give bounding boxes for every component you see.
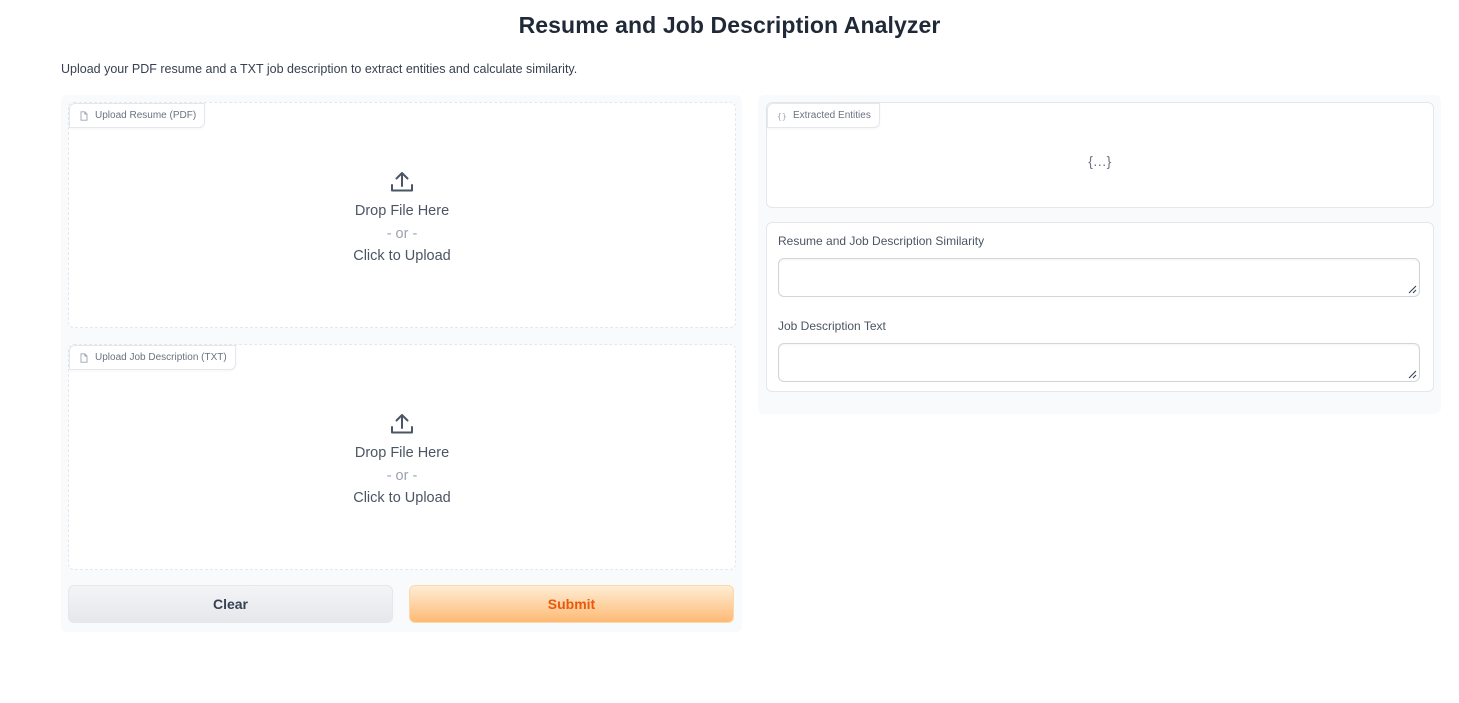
- entities-label: {} Extracted Entities: [767, 103, 880, 128]
- or-text: - or -: [386, 225, 418, 242]
- input-panel: Upload Resume (PDF) Drop File Here - or …: [61, 95, 742, 632]
- job-text-label: Job Description Text: [778, 319, 886, 333]
- file-icon: [80, 110, 88, 121]
- resume-upload-label: Upload Resume (PDF): [69, 103, 206, 128]
- job-text-textbox[interactable]: [778, 343, 1420, 382]
- resume-drop-prompt: Drop File Here - or - Click to Upload: [69, 169, 735, 268]
- click-to-upload-text[interactable]: Click to Upload: [353, 245, 451, 268]
- drop-file-text: Drop File Here: [354, 203, 450, 219]
- drop-file-text: Drop File Here: [354, 445, 450, 461]
- page-title: Resume and Job Description Analyzer: [518, 12, 941, 38]
- resume-upload-label-text: Upload Resume (PDF): [95, 110, 197, 121]
- svg-text:{}: {}: [777, 112, 787, 121]
- entities-label-text: Extracted Entities: [793, 110, 871, 121]
- or-text: - or -: [386, 467, 418, 484]
- click-to-upload-text[interactable]: Click to Upload: [353, 487, 451, 510]
- resize-grip-icon[interactable]: [1407, 369, 1417, 379]
- job-upload-label-text: Upload Job Description (TXT): [95, 352, 227, 363]
- job-upload-dropzone[interactable]: Upload Job Description (TXT) Drop File H…: [68, 344, 736, 570]
- json-placeholder: {...}: [1088, 153, 1112, 169]
- similarity-label: Resume and Job Description Similarity: [778, 234, 985, 248]
- similarity-textbox[interactable]: [778, 258, 1420, 297]
- json-icon: {}: [777, 112, 787, 121]
- submit-button[interactable]: Submit: [409, 585, 734, 623]
- output-panel: {} Extracted Entities {...} Resume and J…: [758, 95, 1441, 414]
- job-upload-label: Upload Job Description (TXT): [69, 345, 236, 370]
- upload-icon: [391, 172, 413, 192]
- page-description: Upload your PDF resume and a TXT job des…: [61, 62, 578, 76]
- clear-button[interactable]: Clear: [68, 585, 393, 623]
- upload-icon: [391, 414, 413, 434]
- job-drop-prompt: Drop File Here - or - Click to Upload: [69, 411, 735, 510]
- extracted-entities-box: {} Extracted Entities {...}: [766, 102, 1434, 208]
- resume-upload-dropzone[interactable]: Upload Resume (PDF) Drop File Here - or …: [68, 102, 736, 328]
- results-fields-box: Resume and Job Description Similarity Jo…: [766, 222, 1434, 392]
- file-icon: [80, 352, 88, 363]
- resize-grip-icon[interactable]: [1407, 284, 1417, 294]
